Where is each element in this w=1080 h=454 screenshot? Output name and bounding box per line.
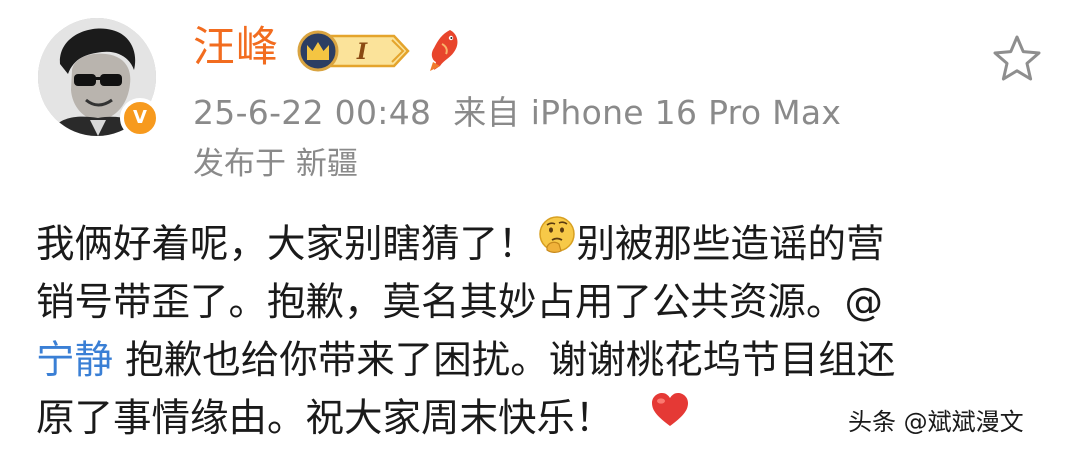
- post-meta: 25-6-22 00:48 来自 iPhone 16 Pro Max: [193, 93, 841, 133]
- koi-fish-icon: [430, 30, 458, 71]
- verified-badge-icon: V: [120, 98, 160, 138]
- post-timestamp: 25-6-22 00:48: [193, 93, 432, 132]
- content-line-2: 销号带歪了。抱歉，莫名其妙占用了公共资源。@: [36, 280, 884, 325]
- source-device[interactable]: iPhone 16 Pro Max: [531, 93, 842, 132]
- post-location: 发布于 新疆: [193, 146, 358, 182]
- vip-level-badge[interactable]: I: [296, 30, 414, 72]
- verified-mark: V: [133, 107, 147, 128]
- content-line-1: 我俩好着呢，大家别瞎猜了！ 别被那些造谣的营: [36, 214, 1046, 274]
- content-line-3: 宁静 抱歉也给你带来了困扰。谢谢桃花坞节目组还: [36, 332, 1046, 390]
- thinking-face-icon: [537, 214, 577, 272]
- vip-level-text: I: [356, 39, 368, 65]
- weibo-post: V 汪峰 I 25-6-22 00:48 来自 iPhone 16 Pro Max…: [0, 0, 1080, 454]
- content-line-1-text: 我俩好着呢，大家别瞎猜了！: [36, 222, 537, 267]
- content-line-3-text: 抱歉也给你带来了困扰。谢谢桃花坞节目组还: [113, 338, 896, 383]
- content-line-4-text: 原了事情缘由。祝大家周末快乐！: [36, 396, 614, 441]
- content-line-1-after-emoji: 别被那些造谣的营: [576, 222, 885, 267]
- red-heart-icon: [650, 388, 690, 446]
- star-outline-icon[interactable]: [990, 32, 1044, 86]
- mention-link[interactable]: 宁静: [36, 338, 113, 383]
- avatar[interactable]: V: [38, 18, 160, 138]
- watermark: 头条 @斌斌漫文: [848, 408, 1024, 436]
- source-prefix: 来自: [453, 93, 520, 132]
- username[interactable]: 汪峰: [193, 22, 279, 72]
